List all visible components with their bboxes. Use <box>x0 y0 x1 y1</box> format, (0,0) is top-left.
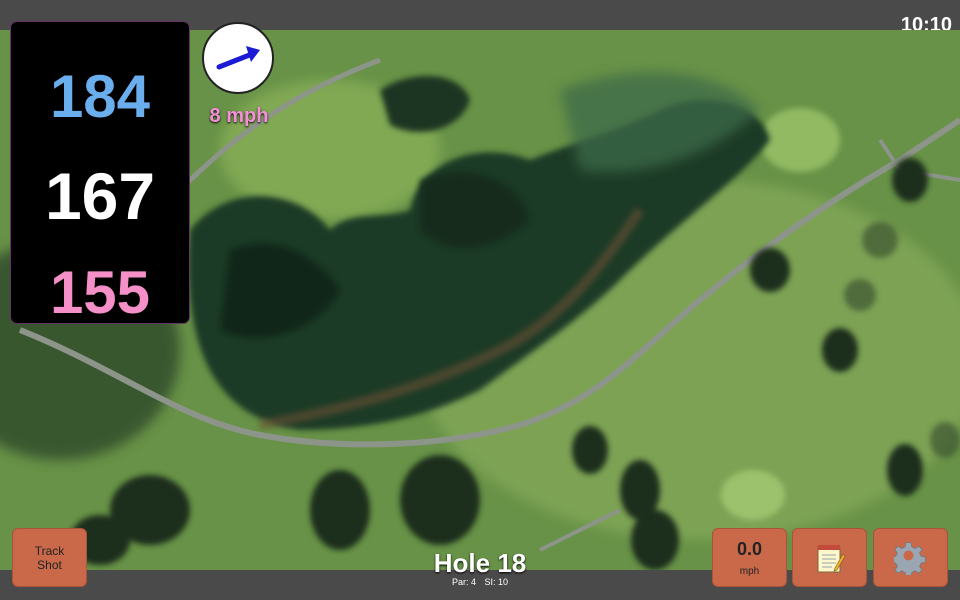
notepad-icon <box>817 544 845 572</box>
front-distance: 155 <box>49 259 151 326</box>
wind-direction-dial[interactable] <box>202 22 274 94</box>
hole-meta: Par: 4 SI: 10 <box>380 577 580 587</box>
si-label: SI: 10 <box>484 577 509 587</box>
wind-speed-label: 8 mph <box>209 105 269 127</box>
track-shot-button[interactable]: Track Shot <box>12 528 87 587</box>
center-distance: 167 <box>44 159 156 233</box>
par-label: Par: 4 <box>451 577 476 587</box>
notes-button[interactable] <box>792 528 867 587</box>
track-shot-label-line2: Shot <box>37 557 62 572</box>
hole-title: Hole 18 <box>433 548 527 578</box>
settings-button[interactable] <box>873 528 948 587</box>
track-shot-label-line1: Track <box>34 543 65 558</box>
distance-panel: 184 167 155 <box>11 22 189 326</box>
speed-value: 0.0 <box>736 538 763 559</box>
gear-icon <box>893 541 926 575</box>
arrow-icon <box>216 46 260 70</box>
speed-button[interactable]: 0.0 mph <box>712 528 787 587</box>
back-distance: 184 <box>49 63 151 130</box>
speed-unit: mph <box>739 565 760 577</box>
